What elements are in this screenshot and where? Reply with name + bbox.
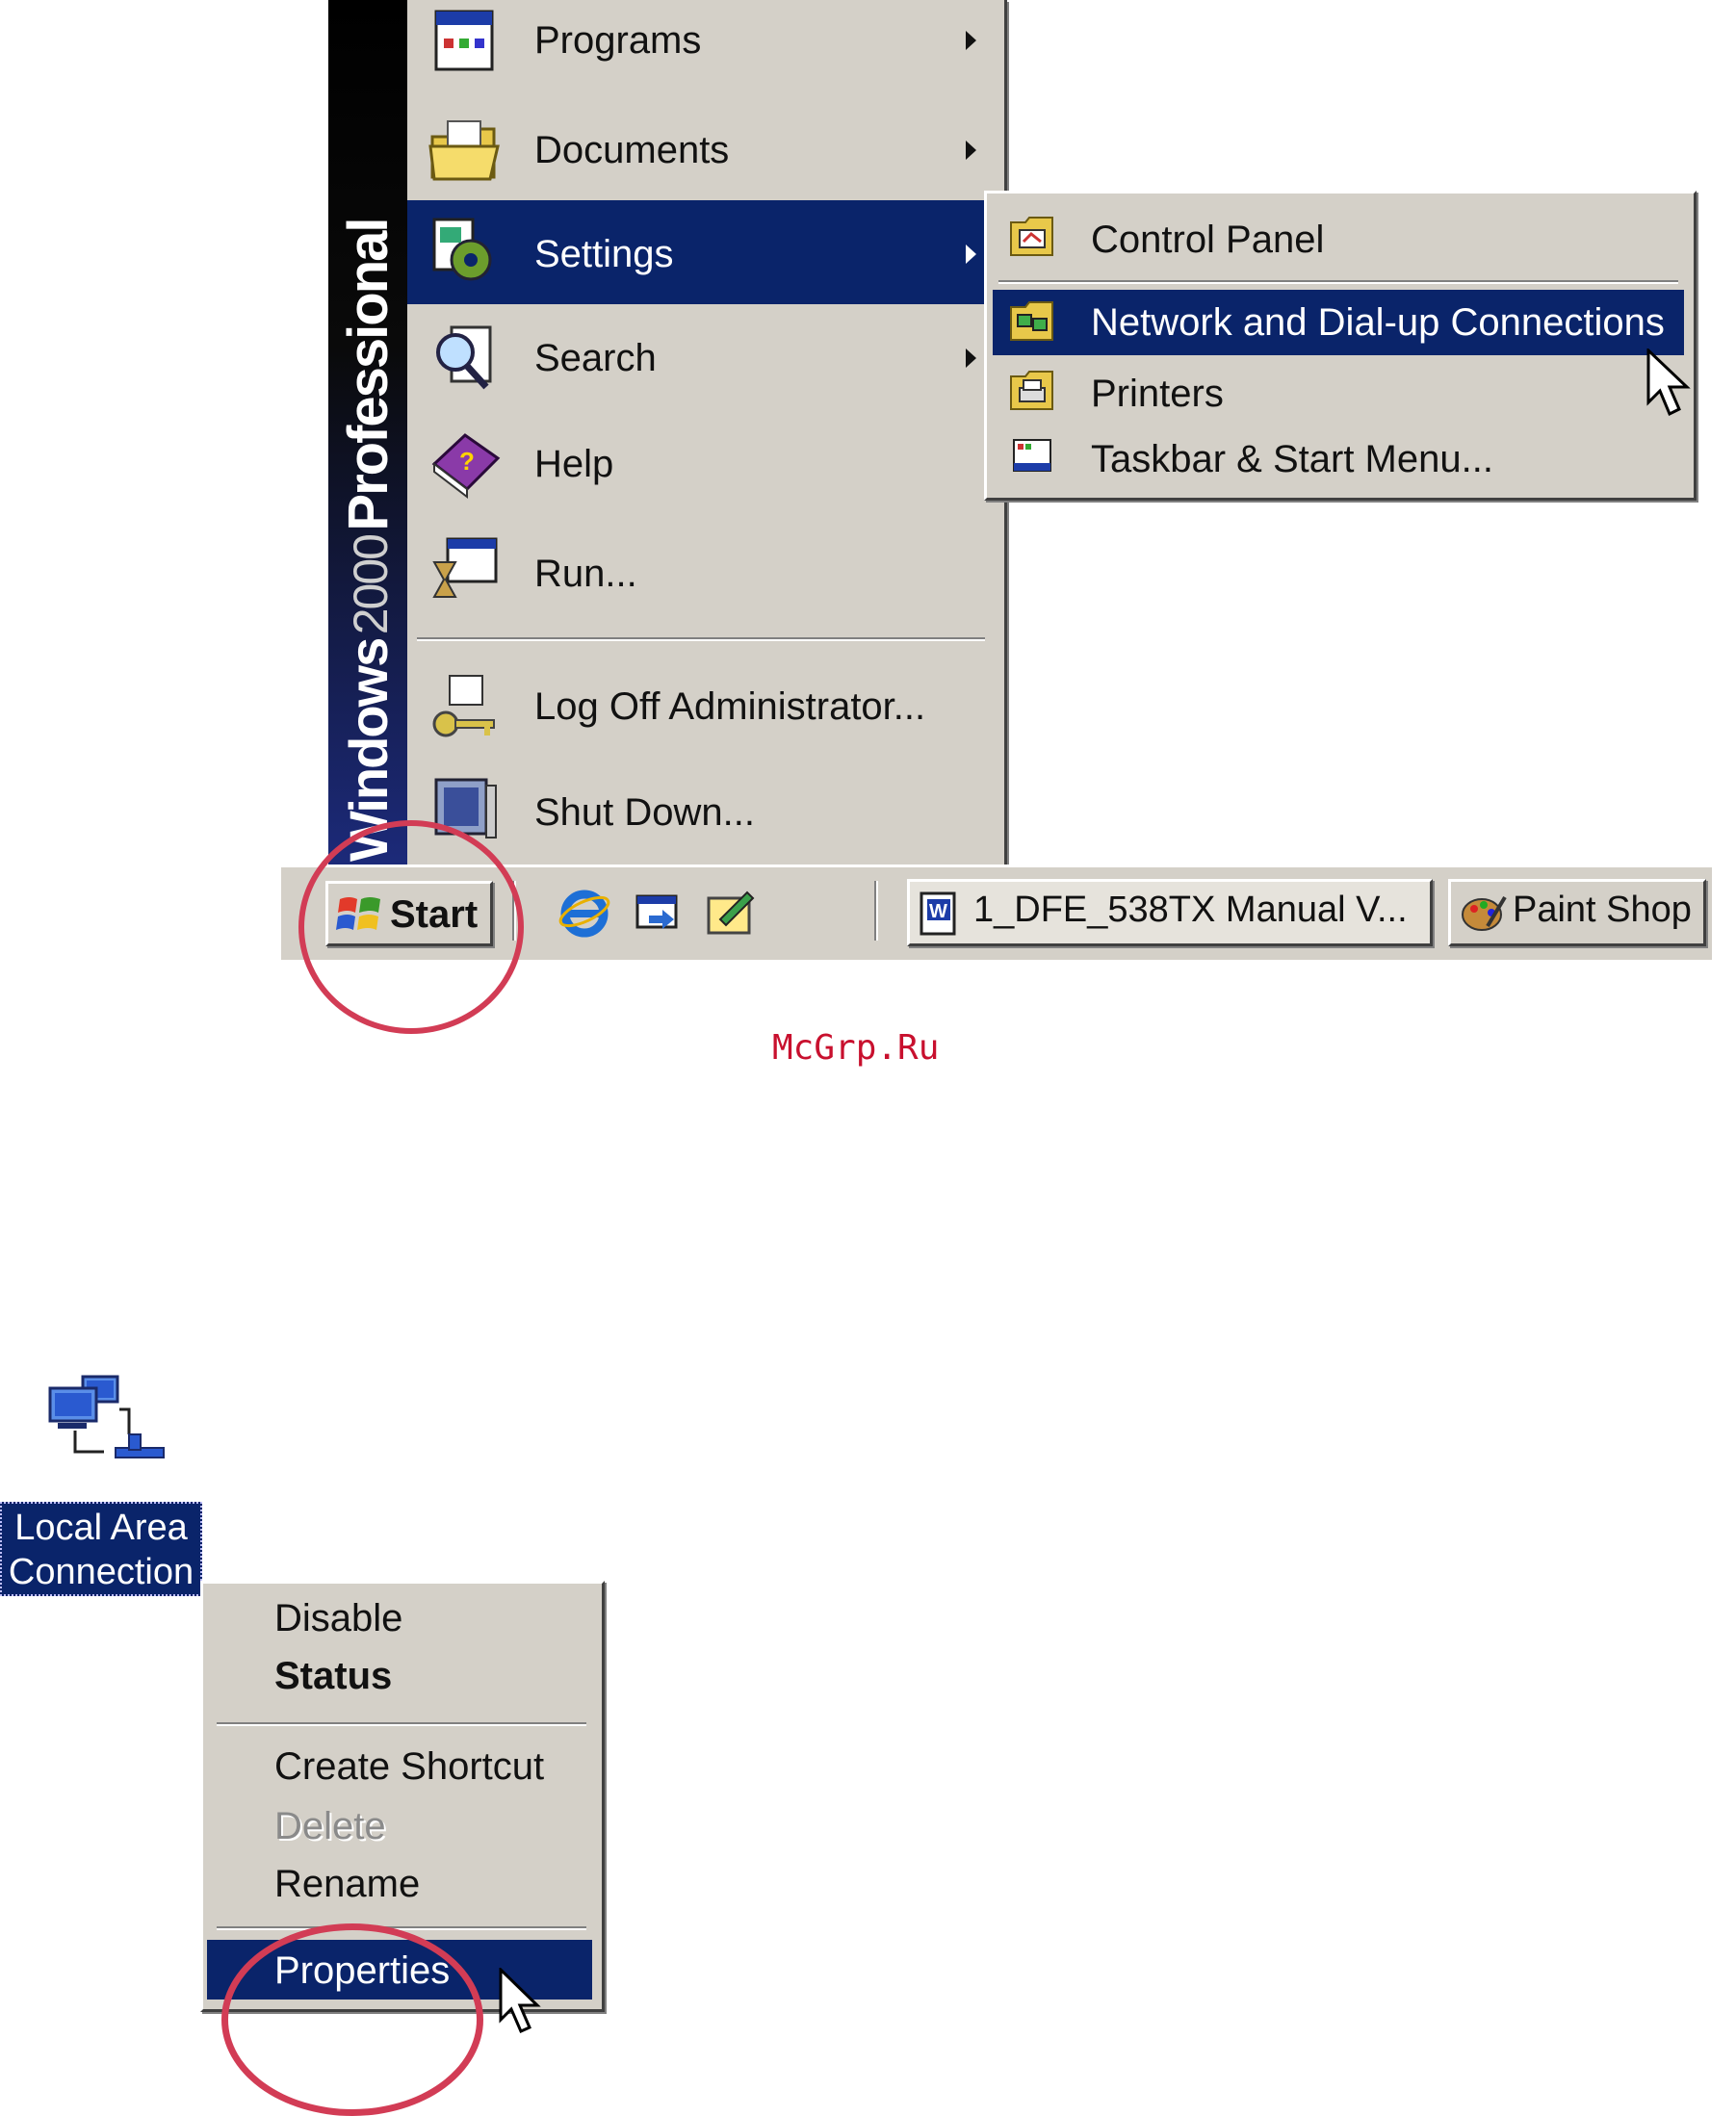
log-off-key-icon — [432, 675, 495, 737]
context-menu-separator — [217, 1722, 586, 1726]
start-item-label: Search — [534, 337, 657, 379]
internet-explorer-icon[interactable] — [557, 885, 612, 941]
submenu-item-network-dialup[interactable]: Network and Dial-up Connections — [993, 290, 1684, 355]
start-item-label: Help — [534, 443, 614, 485]
show-desktop-icon[interactable] — [632, 887, 686, 941]
submenu-item-label: Control Panel — [1091, 219, 1325, 261]
task-button-label: Paint Shop — [1513, 890, 1692, 930]
paint-shop-icon — [1462, 895, 1507, 931]
svg-text:?: ? — [459, 447, 475, 476]
start-menu: Windows 2000 Professional Programs Docum… — [325, 0, 1007, 869]
start-menu-separator — [417, 637, 985, 641]
programs-icon — [434, 10, 494, 71]
network-lan-icon[interactable] — [42, 1371, 168, 1477]
start-item-run[interactable]: Run... — [407, 529, 997, 626]
network-connections-icon — [1010, 301, 1053, 341]
start-item-label: Log Off Administrator... — [534, 685, 926, 728]
start-menu-banner: Windows 2000 Professional — [328, 0, 407, 866]
start-item-log-off[interactable]: Log Off Administrator... — [407, 662, 997, 759]
context-item-status[interactable]: Status — [207, 1647, 592, 1703]
start-item-label: Programs — [534, 19, 702, 62]
submenu-arrow-icon — [966, 348, 976, 368]
help-book-icon: ? — [431, 433, 501, 500]
context-item-label: Status — [274, 1655, 393, 1697]
context-item-delete: Delete — [207, 1797, 592, 1853]
start-item-label: Run... — [534, 553, 637, 595]
start-item-programs[interactable]: Programs — [407, 0, 997, 96]
start-item-label: Settings — [534, 233, 674, 275]
start-item-documents[interactable]: Documents — [407, 108, 997, 204]
context-item-label: Create Shortcut — [274, 1745, 545, 1788]
printers-icon — [1010, 371, 1053, 410]
task-button-label: 1_DFE_538TX Manual V... — [973, 890, 1408, 930]
control-panel-icon — [1010, 217, 1053, 256]
desktop-icon-label-line1: Local Area — [14, 1508, 188, 1548]
submenu-item-control-panel[interactable]: Control Panel — [993, 201, 1684, 274]
task-button-word-document[interactable]: W 1_DFE_538TX Manual V... — [907, 879, 1433, 946]
start-item-settings[interactable]: Settings — [407, 200, 997, 304]
context-item-label: Disable — [274, 1597, 403, 1639]
submenu-arrow-icon — [966, 31, 976, 50]
search-icon — [436, 325, 492, 390]
start-item-shut-down[interactable]: Shut Down... — [407, 768, 997, 864]
documents-folder-icon — [428, 120, 500, 181]
banner-version: 2000 — [344, 535, 398, 635]
word-document-icon: W — [920, 891, 956, 936]
settings-icon — [432, 218, 492, 281]
taskbar-divider — [874, 881, 878, 941]
context-item-rename[interactable]: Rename — [207, 1855, 592, 1911]
watermark: McGrp.Ru — [772, 1028, 940, 1068]
task-button-paint-shop[interactable]: Paint Shop — [1448, 879, 1706, 946]
submenu-item-label: Printers — [1091, 373, 1224, 415]
start-item-label: Shut Down... — [534, 791, 756, 834]
mouse-pointer-icon — [499, 1968, 541, 2033]
annotation-circle — [221, 1923, 483, 2116]
outlook-express-icon[interactable] — [703, 885, 759, 941]
submenu-item-printers[interactable]: Printers — [993, 359, 1684, 425]
start-item-help[interactable]: ? Help — [407, 422, 997, 518]
submenu-separator — [998, 280, 1678, 284]
submenu-item-taskbar[interactable]: Taskbar & Start Menu... — [993, 425, 1684, 490]
svg-text:W: W — [929, 901, 947, 922]
start-item-search[interactable]: Search — [407, 314, 997, 410]
desktop-icon-label-line2: Connection — [8, 1552, 194, 1592]
desktop-icon-label[interactable]: Local Area Connection — [0, 1502, 202, 1596]
annotation-circle — [298, 820, 524, 1034]
context-item-disable[interactable]: Disable — [207, 1589, 592, 1645]
run-icon — [432, 537, 498, 598]
start-item-label: Documents — [534, 129, 730, 171]
mouse-pointer-icon — [1646, 348, 1691, 417]
context-item-create-shortcut[interactable]: Create Shortcut — [207, 1738, 592, 1793]
banner-edition: Professional — [337, 219, 400, 531]
context-item-label: Rename — [274, 1863, 421, 1905]
taskbar-icon — [1013, 439, 1051, 472]
submenu-item-label: Network and Dial-up Connections — [1091, 301, 1665, 344]
submenu-arrow-icon — [966, 141, 976, 160]
submenu-item-label: Taskbar & Start Menu... — [1091, 438, 1493, 480]
settings-submenu: Control Panel Network and Dial-up Connec… — [984, 191, 1697, 501]
submenu-arrow-icon — [966, 245, 976, 264]
context-item-label: Delete — [274, 1805, 386, 1847]
